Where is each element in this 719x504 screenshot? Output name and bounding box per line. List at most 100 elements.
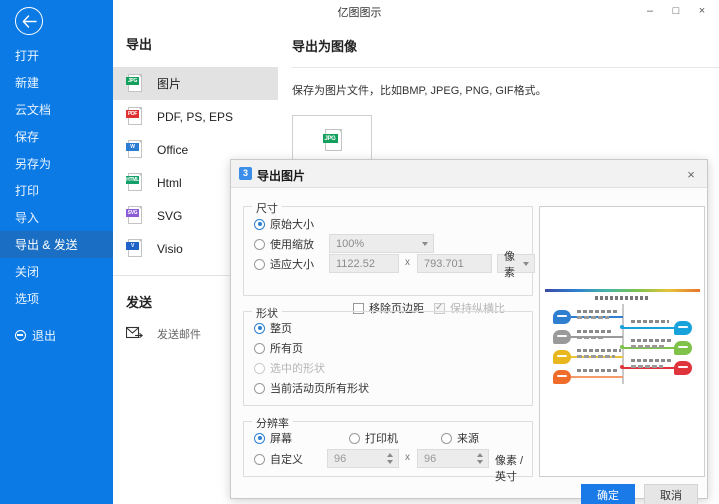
fit-height-input[interactable]: 793.701 xyxy=(417,254,492,273)
sidebar-item-open[interactable]: 打开 xyxy=(0,42,113,69)
preview-connector xyxy=(623,327,675,329)
radio-indicator xyxy=(254,363,265,374)
sidebar-item-save-as[interactable]: 另存为 xyxy=(0,150,113,177)
export-image-dialog: 3 导出图片 × 尺寸 原始大小 使用缩放 100% xyxy=(230,159,708,499)
dpi-separator: x xyxy=(405,452,410,463)
radio-resolution-custom[interactable]: 自定义 xyxy=(254,451,303,467)
shape-group-legend: 形状 xyxy=(252,305,282,321)
export-format-label: SVG xyxy=(157,209,182,223)
radio-use-scale[interactable]: 使用缩放 xyxy=(254,236,314,252)
scale-combobox[interactable]: 100% xyxy=(329,234,434,253)
stepper-up-icon[interactable] xyxy=(387,453,393,457)
radio-fit-size[interactable]: 适应大小 xyxy=(254,256,314,272)
fit-width-value: 1122.52 xyxy=(336,258,375,270)
sidebar-item-cloud-docs[interactable]: 云文档 xyxy=(0,96,113,123)
radio-indicator[interactable] xyxy=(254,259,265,270)
dialog-close-icon[interactable]: × xyxy=(682,165,700,183)
dpi-unit-label: 像素 / 英寸 xyxy=(495,452,532,484)
radio-label: 原始大小 xyxy=(270,216,314,232)
preview-milestone-dot xyxy=(620,365,624,369)
size-group: 尺寸 原始大小 使用缩放 100% 适应大小 xyxy=(243,206,533,296)
stepper-down-icon[interactable] xyxy=(477,460,483,464)
radio-label: 当前活动页所有形状 xyxy=(270,380,369,396)
cancel-button[interactable]: 取消 xyxy=(644,484,698,504)
radio-resolution-source[interactable]: 来源 xyxy=(441,430,479,446)
sidebar-item-import[interactable]: 导入 xyxy=(0,204,113,231)
export-format-image[interactable]: JPG 图片 xyxy=(113,67,278,100)
radio-indicator[interactable] xyxy=(254,383,265,394)
radio-label: 所有页 xyxy=(270,340,303,356)
custom-dpi-y-stepper[interactable]: 96 xyxy=(417,449,489,468)
dialog-title-bar: 3 导出图片 × xyxy=(231,160,707,188)
sidebar-item-close[interactable]: 关闭 xyxy=(0,258,113,285)
chevron-down-icon xyxy=(523,262,529,266)
custom-dpi-y-value: 96 xyxy=(424,453,436,465)
preview-node xyxy=(553,370,571,384)
window-controls: – □ × xyxy=(637,2,715,20)
preview-text xyxy=(577,330,613,333)
radio-whole-page[interactable]: 整页 xyxy=(254,320,292,336)
preview-text xyxy=(577,336,605,339)
fit-width-input[interactable]: 1122.52 xyxy=(329,254,399,273)
custom-dpi-x-stepper[interactable]: 96 xyxy=(327,449,399,468)
jpg-file-icon: JPG xyxy=(322,129,343,153)
preview-node xyxy=(553,310,571,324)
preview-text xyxy=(631,339,673,342)
radio-indicator[interactable] xyxy=(254,323,265,334)
minimize-button[interactable]: – xyxy=(637,2,663,20)
preview-text xyxy=(577,355,615,358)
sidebar-item-exit[interactable]: 退出 xyxy=(0,322,113,349)
sidebar-item-label: 关闭 xyxy=(15,263,39,280)
radio-all-pages[interactable]: 所有页 xyxy=(254,340,303,356)
radio-indicator[interactable] xyxy=(254,454,265,465)
radio-active-page-shapes[interactable]: 当前活动页所有形状 xyxy=(254,380,369,396)
radio-indicator[interactable] xyxy=(254,343,265,354)
export-column-title: 导出 xyxy=(113,22,278,53)
radio-label: 适应大小 xyxy=(270,256,314,272)
sidebar-item-options[interactable]: 选项 xyxy=(0,285,113,312)
html-file-icon: HTML xyxy=(126,173,143,192)
ok-button[interactable]: 确定 xyxy=(581,484,635,504)
sidebar-item-label: 退出 xyxy=(32,327,56,344)
radio-indicator[interactable] xyxy=(441,433,452,444)
radio-resolution-screen[interactable]: 屏幕 xyxy=(254,430,292,446)
preview-connector xyxy=(571,376,623,378)
back-button[interactable] xyxy=(15,7,43,35)
sidebar-item-new[interactable]: 新建 xyxy=(0,69,113,96)
preview-thumbnail xyxy=(545,289,700,390)
preview-node xyxy=(674,321,692,335)
size-separator: x xyxy=(405,257,410,268)
size-unit-combobox[interactable]: 像素 xyxy=(497,254,535,273)
dialog-title: 导出图片 xyxy=(257,167,305,184)
preview-text xyxy=(577,349,621,352)
radio-original-size[interactable]: 原始大小 xyxy=(254,216,314,232)
preview-text xyxy=(577,369,617,372)
radio-indicator[interactable] xyxy=(254,239,265,250)
preview-title-placeholder xyxy=(595,296,650,300)
radio-label: 自定义 xyxy=(270,451,303,467)
radio-label: 使用缩放 xyxy=(270,236,314,252)
maximize-button[interactable]: □ xyxy=(663,2,689,20)
preview-text xyxy=(577,316,609,319)
svg-file-icon: SVG xyxy=(126,206,143,225)
radio-resolution-printer[interactable]: 打印机 xyxy=(349,430,398,446)
scale-value: 100% xyxy=(336,238,364,250)
export-format-pdf[interactable]: PDF PDF, PS, EPS xyxy=(113,100,278,133)
custom-dpi-x-value: 96 xyxy=(334,453,346,465)
stepper-down-icon[interactable] xyxy=(387,460,393,464)
close-button[interactable]: × xyxy=(689,2,715,20)
preview-text xyxy=(577,310,617,313)
stepper-up-icon[interactable] xyxy=(477,453,483,457)
export-preview xyxy=(539,206,705,477)
sidebar-item-export-and-send[interactable]: 导出 & 发送 xyxy=(0,231,113,258)
sidebar-item-print[interactable]: 打印 xyxy=(0,177,113,204)
export-format-label: PDF, PS, EPS xyxy=(157,110,233,124)
radio-indicator[interactable] xyxy=(254,433,265,444)
radio-indicator[interactable] xyxy=(254,219,265,230)
arrow-left-icon xyxy=(22,15,37,28)
sidebar-item-save[interactable]: 保存 xyxy=(0,123,113,150)
jpg-file-icon: JPG xyxy=(126,74,143,93)
sidebar-item-label: 导出 & 发送 xyxy=(15,236,78,253)
export-format-label: Visio xyxy=(157,242,183,256)
radio-indicator[interactable] xyxy=(349,433,360,444)
